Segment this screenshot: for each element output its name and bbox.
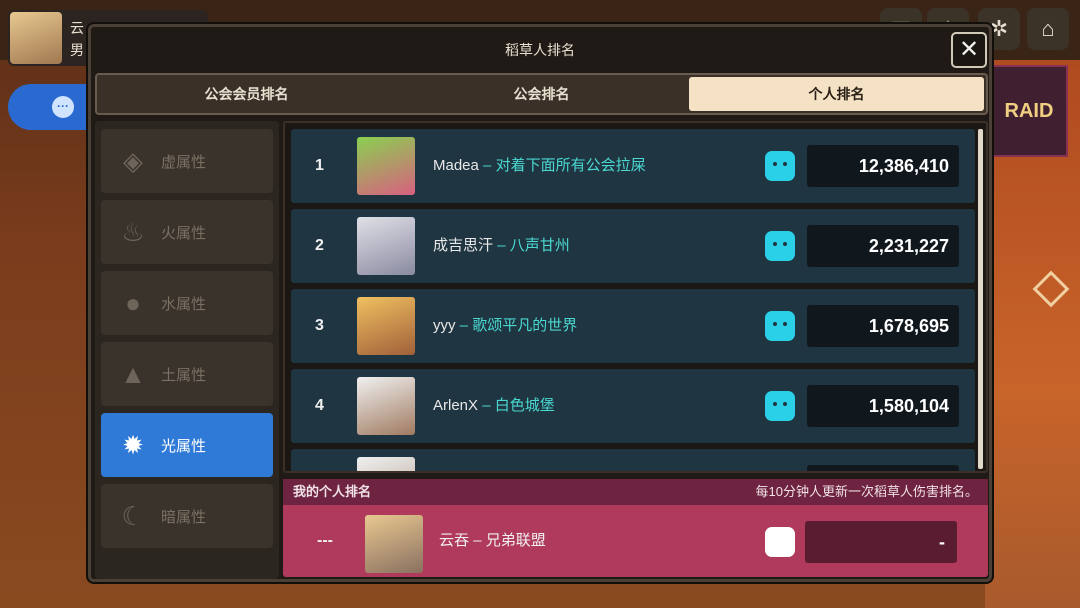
- separator: –: [497, 237, 506, 254]
- my-name-guild: 云吞 – 兄弟联盟: [439, 505, 546, 577]
- attribute-sidebar: ◈ 虚属性 ♨ 火属性 ● 水属性 ▲ 土属性 ✹ 光属性 ☾ 暗属性: [95, 121, 279, 579]
- guild-name: 八声甘州: [509, 237, 570, 254]
- score: 1,580,104: [807, 385, 959, 427]
- update-note: 每10分钟人更新一次稻草人伤害排名。: [755, 484, 978, 499]
- separator: –: [473, 532, 482, 549]
- player-name: 成吉思汗: [433, 237, 494, 254]
- avatar: [357, 217, 415, 275]
- list-item[interactable]: [291, 449, 975, 473]
- separator: –: [482, 397, 491, 414]
- guild-name: 兄弟联盟: [485, 532, 546, 549]
- player-name: yyy: [433, 317, 456, 334]
- sidebar-item-light[interactable]: ✹ 光属性: [101, 413, 273, 477]
- guild-name: 歌颂平凡的世界: [472, 317, 578, 334]
- score: [807, 465, 959, 471]
- avatar: [357, 137, 415, 195]
- sidebar-item-earth[interactable]: ▲ 土属性: [101, 342, 273, 406]
- ranking-list[interactable]: 1 Madea – 对着下面所有公会拉屎 12,386,410 2 成吉思汗 –…: [283, 121, 988, 473]
- close-button[interactable]: ✕: [951, 32, 987, 68]
- dark-icon: ☾: [121, 501, 145, 531]
- rank-number: 1: [315, 157, 324, 174]
- scrollbar[interactable]: [978, 129, 983, 469]
- rank-number: 3: [315, 317, 324, 334]
- list-item[interactable]: 3 yyy – 歌颂平凡的世界 1,678,695: [291, 289, 975, 363]
- scarecrow-ranking-modal: 稻草人排名 ✕ 公会会员排名 公会排名 个人排名 ◈ 虚属性 ♨ 火属性 ● 水…: [88, 24, 992, 582]
- score: 2,231,227: [807, 225, 959, 267]
- sidebar-item-label: 火属性: [161, 224, 207, 242]
- separator: –: [483, 157, 492, 174]
- guild-name: 对着下面所有公会拉屎: [495, 157, 646, 174]
- rank-number: 2: [315, 237, 324, 254]
- profile-icon[interactable]: [765, 527, 795, 557]
- player-gender: 男: [70, 42, 84, 58]
- list-item[interactable]: 4 ArlenX – 白色城堡 1,580,104: [291, 369, 975, 443]
- avatar: [357, 457, 415, 471]
- player-name: 云吞: [439, 532, 470, 549]
- sidebar-item-void[interactable]: ◈ 虚属性: [101, 129, 273, 193]
- modal-title: 稻草人排名: [505, 42, 575, 58]
- player-name: 云: [70, 20, 84, 36]
- list-item[interactable]: 1 Madea – 对着下面所有公会拉屎 12,386,410: [291, 129, 975, 203]
- earth-icon: ▲: [120, 359, 146, 389]
- chat-icon: ···: [52, 96, 74, 118]
- sidebar-item-dark[interactable]: ☾ 暗属性: [101, 484, 273, 548]
- avatar: [357, 297, 415, 355]
- avatar: [365, 515, 423, 573]
- light-icon: ✹: [122, 430, 144, 460]
- scrollbar-thumb[interactable]: [978, 129, 983, 469]
- void-icon: ◈: [123, 146, 143, 176]
- player-name: ArlenX: [433, 397, 479, 414]
- avatar: [357, 377, 415, 435]
- sidebar-item-label: 水属性: [161, 295, 207, 313]
- separator: –: [459, 317, 469, 334]
- tab-personal-ranking[interactable]: 个人排名: [689, 77, 984, 111]
- my-score: -: [805, 521, 957, 563]
- rank-number: 4: [315, 397, 324, 414]
- sidebar-item-label: 光属性: [161, 437, 207, 455]
- list-item[interactable]: 2 成吉思汗 – 八声甘州 2,231,227: [291, 209, 975, 283]
- raid-banner[interactable]: RAID: [990, 65, 1068, 157]
- player-name-guild: Madea – 对着下面所有公会拉屎: [433, 129, 646, 203]
- profile-icon[interactable]: [765, 471, 795, 473]
- avatar: [10, 12, 62, 64]
- player-name-guild: 成吉思汗 – 八声甘州: [433, 209, 570, 283]
- sidebar-item-label: 暗属性: [161, 508, 207, 526]
- tab-guild-ranking[interactable]: 公会排名: [394, 77, 689, 111]
- fire-icon: ♨: [121, 217, 145, 247]
- ranking-tabs: 公会会员排名 公会排名 个人排名: [95, 73, 988, 115]
- guild-name: 白色城堡: [494, 397, 555, 414]
- sidebar-item-label: 土属性: [161, 366, 207, 384]
- profile-icon[interactable]: [765, 231, 795, 261]
- home-icon[interactable]: ⌂: [1027, 8, 1069, 50]
- profile-icon[interactable]: [765, 311, 795, 341]
- player-name-guild: ArlenX – 白色城堡: [433, 369, 555, 443]
- profile-icon[interactable]: [765, 151, 795, 181]
- my-rank: ---: [317, 532, 333, 549]
- sidebar-item-fire[interactable]: ♨ 火属性: [101, 200, 273, 264]
- water-icon: ●: [125, 288, 141, 318]
- tab-guild-member-ranking[interactable]: 公会会员排名: [99, 77, 394, 111]
- my-ranking-title: 我的个人排名: [293, 484, 372, 499]
- my-ranking-header: 我的个人排名 每10分钟人更新一次稻草人伤害排名。: [283, 479, 988, 505]
- score: 12,386,410: [807, 145, 959, 187]
- player-name: Madea: [433, 157, 479, 174]
- profile-icon[interactable]: [765, 391, 795, 421]
- score: 1,678,695: [807, 305, 959, 347]
- my-ranking-panel: 我的个人排名 每10分钟人更新一次稻草人伤害排名。 --- 云吞 – 兄弟联盟 …: [283, 479, 988, 577]
- sidebar-item-label: 虚属性: [161, 153, 207, 171]
- player-name-guild: yyy – 歌颂平凡的世界: [433, 289, 577, 363]
- sidebar-item-water[interactable]: ● 水属性: [101, 271, 273, 335]
